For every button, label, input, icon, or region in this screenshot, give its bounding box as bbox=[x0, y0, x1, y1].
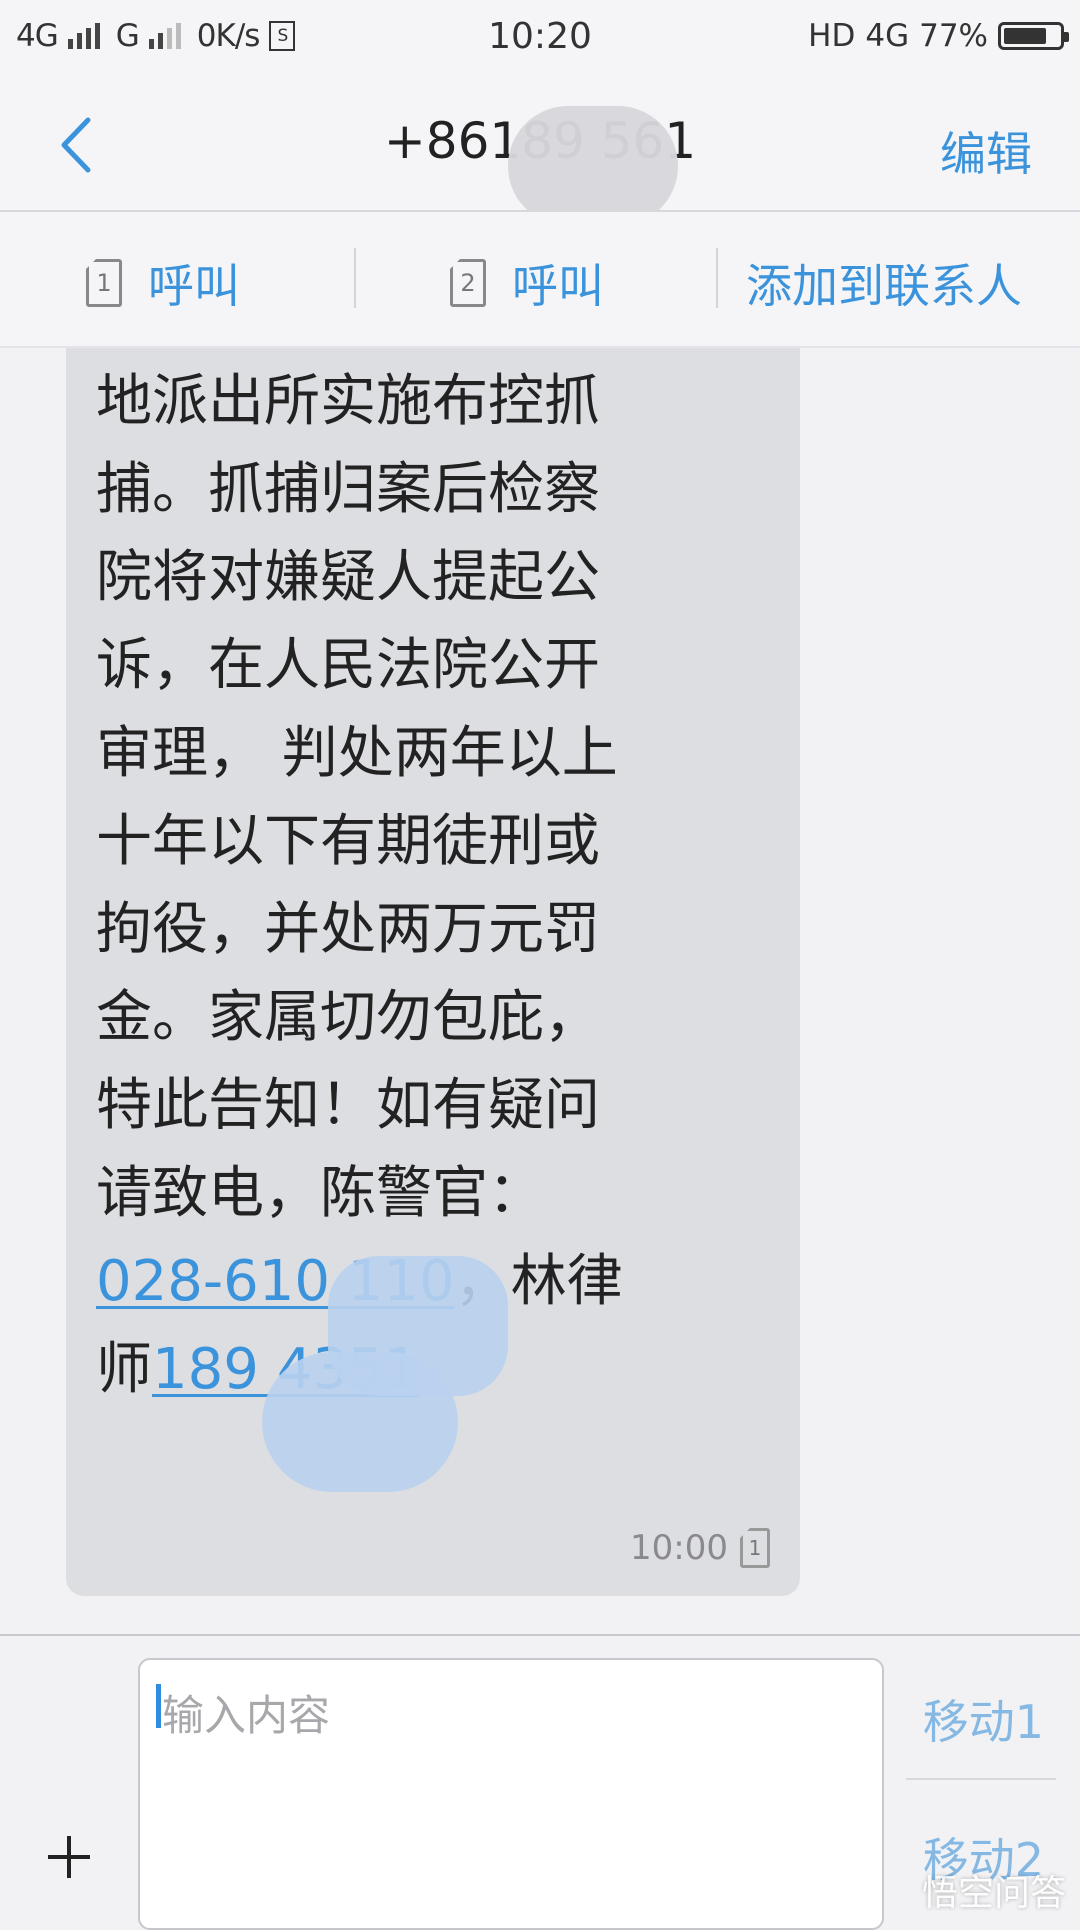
call-sim1-label: 呼叫 bbox=[148, 259, 240, 313]
add-to-contacts-button[interactable]: 添加到联系人 bbox=[746, 250, 1022, 316]
add-to-contacts-label: 添加到联系人 bbox=[746, 259, 1022, 313]
message-line: 十年以下有期徒刑或 bbox=[96, 809, 600, 874]
message-input[interactable]: 输入内容 bbox=[138, 1658, 884, 1930]
action-divider bbox=[354, 248, 356, 308]
sim1-icon: 1 bbox=[86, 259, 122, 307]
redaction-blur bbox=[262, 1352, 458, 1492]
action-bar: 1 呼叫 2 呼叫 添加到联系人 bbox=[0, 212, 1080, 348]
network-type-3: 4G bbox=[865, 18, 910, 54]
message-line: 审理， 判处两年以上 bbox=[96, 721, 618, 786]
message-line: 特此告知！如有疑问 bbox=[96, 1073, 600, 1138]
status-bar: 4G G 0K/s S 10:20 HD 4G 77% bbox=[0, 0, 1080, 76]
message-time: 10:00 bbox=[630, 1528, 728, 1568]
add-attachment-button[interactable] bbox=[44, 1832, 94, 1882]
message-timestamp: 10:00 1 bbox=[630, 1528, 770, 1568]
send-sim1-button[interactable]: 移动1 bbox=[923, 1686, 1044, 1752]
message-list[interactable]: 地派出所实施布控抓 捕。抓捕归案后检察 院将对嫌疑人提起公 诉，在人民法院公开 … bbox=[0, 348, 1080, 1634]
conversation-header: +86189 561 编辑 bbox=[0, 76, 1080, 226]
message-line: 诉，在人民法院公开 bbox=[96, 633, 600, 698]
hd-label: HD bbox=[808, 18, 856, 54]
send-divider bbox=[906, 1778, 1056, 1780]
battery-icon bbox=[998, 22, 1069, 50]
sim2-icon: 2 bbox=[450, 259, 486, 307]
plus-icon bbox=[48, 1836, 90, 1878]
status-right: HD 4G 77% bbox=[808, 18, 1069, 54]
message-input-placeholder: 输入内容 bbox=[162, 1691, 331, 1740]
call-sim2-button[interactable]: 2 呼叫 bbox=[450, 250, 604, 316]
battery-fill bbox=[1004, 28, 1046, 44]
call-sim1-button[interactable]: 1 呼叫 bbox=[86, 250, 240, 316]
message-fragment: 师 bbox=[96, 1337, 152, 1402]
edit-button[interactable]: 编辑 bbox=[940, 118, 1032, 184]
received-message-bubble[interactable]: 地派出所实施布控抓 捕。抓捕归案后检察 院将对嫌疑人提起公 诉，在人民法院公开 … bbox=[66, 348, 800, 1596]
message-line: 拘役，并处两万元罚 bbox=[96, 897, 600, 962]
action-divider bbox=[716, 248, 718, 308]
message-line: 请致电，陈警官： bbox=[96, 1161, 544, 1226]
compose-bar: 输入内容 移动1 移动2 悟空问答 bbox=[0, 1634, 1080, 1930]
watermark: 悟空问答 bbox=[921, 1873, 1066, 1914]
text-caret bbox=[156, 1684, 161, 1728]
battery-percent: 77% bbox=[919, 18, 988, 54]
message-line: 捕。抓捕归案后检察 bbox=[96, 457, 600, 522]
sim1-icon: 1 bbox=[740, 1528, 770, 1568]
call-sim2-label: 呼叫 bbox=[512, 259, 604, 313]
message-line: 院将对嫌疑人提起公 bbox=[96, 545, 600, 610]
message-line: 地派出所实施布控抓 bbox=[96, 369, 600, 434]
message-line: 金。家属切勿包庇， bbox=[96, 985, 600, 1050]
redaction-blur bbox=[508, 106, 678, 226]
